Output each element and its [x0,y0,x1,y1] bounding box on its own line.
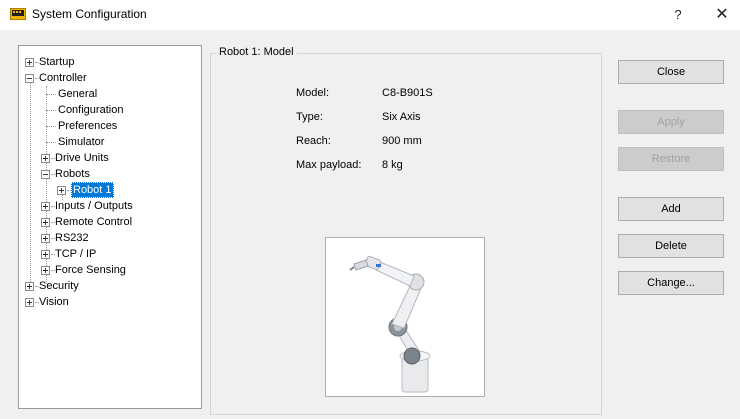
tree-item-label: Controller [39,72,87,84]
tree-item-label: Robots [55,168,90,180]
expand-plus-icon[interactable] [25,298,34,307]
tree-item-label: TCP / IP [55,248,97,260]
expand-plus-icon[interactable] [41,218,50,227]
tree-connector [30,80,31,290]
tree-item-label: Startup [39,56,75,68]
title-bar: System Configuration ? ✕ [0,0,740,30]
tree-item-label: Remote Control [55,216,133,228]
close-button[interactable]: Close [618,60,724,84]
expand-plus-icon[interactable] [41,266,50,275]
add-button[interactable]: Add [618,197,724,221]
change-button[interactable]: Change... [618,271,724,295]
expand-plus-icon[interactable] [41,234,50,243]
tree-item-label: Configuration [58,104,124,116]
restore-button[interactable]: Restore [618,147,724,171]
type-label: Type: [296,111,323,123]
expand-plus-icon[interactable] [41,202,50,211]
tree-item-label: General [58,88,98,100]
expand-plus-icon[interactable] [57,186,66,195]
expand-plus-icon[interactable] [25,282,34,291]
tree-item-label: Vision [39,296,69,308]
tree-item-label-selected: Robot 1 [71,182,114,198]
collapse-minus-icon[interactable] [25,74,34,83]
model-value: C8-B901S [382,87,433,99]
delete-button[interactable]: Delete [618,234,724,258]
max-payload-label: Max payload: [296,159,362,171]
expand-plus-icon[interactable] [41,154,50,163]
configuration-tree[interactable]: Startup Controller General Configuration… [18,45,202,409]
robot-arm-image [349,255,431,393]
window-title: System Configuration [32,7,147,21]
expand-plus-icon[interactable] [25,58,34,67]
apply-button[interactable]: Apply [618,110,724,134]
help-button[interactable]: ? [660,0,696,30]
tree-item-label: RS232 [55,232,89,244]
model-label: Model: [296,87,330,99]
max-payload-value: 8 kg [382,159,403,171]
robot-image-frame [325,237,485,397]
tree-item-label: Inputs / Outputs [55,200,133,212]
tree-item-label: Preferences [58,120,118,132]
expand-plus-icon[interactable] [41,250,50,259]
tree-item-label: Force Sensing [55,264,126,276]
reach-value: 900 mm [382,135,422,147]
reach-label: Reach: [296,135,331,147]
type-value: Six Axis [382,111,421,123]
window-close-button[interactable]: ✕ [704,0,740,30]
monitor-icon [10,8,26,20]
tree-item-label: Drive Units [55,152,109,164]
collapse-minus-icon[interactable] [41,170,50,179]
group-title: Robot 1: Model [216,45,297,59]
tree-item-label: Security [39,280,79,292]
tree-item-label: Simulator [58,136,105,148]
